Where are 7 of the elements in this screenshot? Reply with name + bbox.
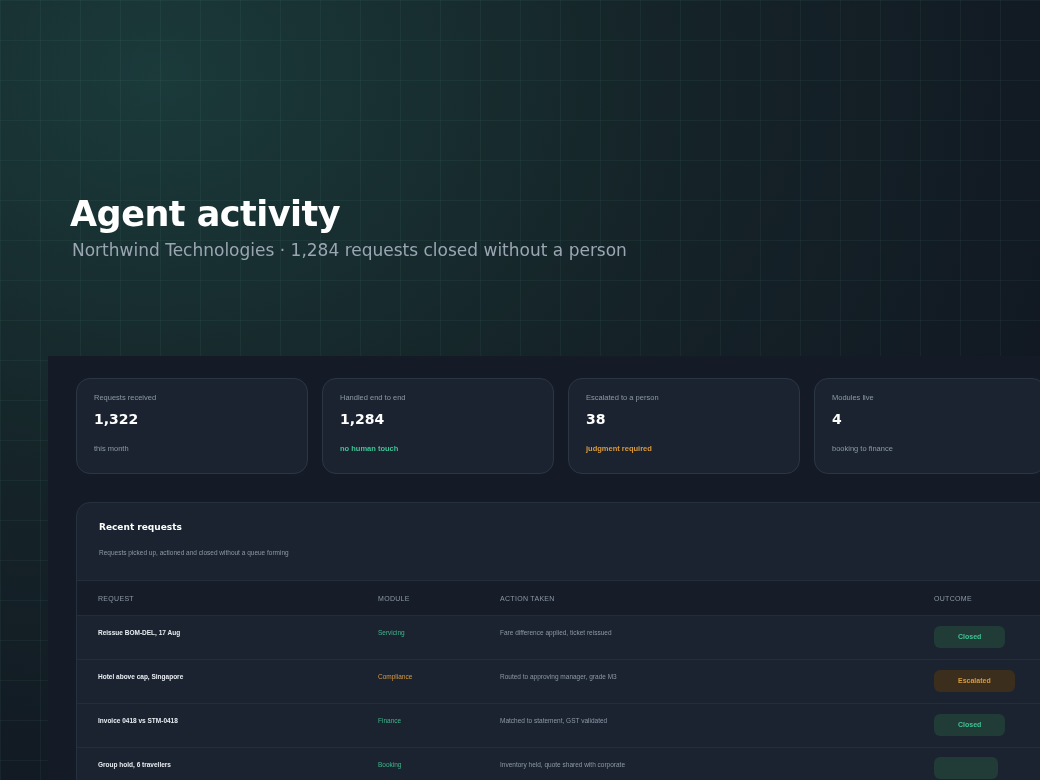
stat-value: 4: [832, 411, 842, 427]
card-title: Recent requests: [99, 522, 182, 532]
stat-value: 38: [586, 411, 606, 427]
stat-value: 1,322: [94, 411, 139, 427]
stat-value: 1,284: [340, 411, 385, 427]
page-subtitle: Northwind Technologies · 1,284 requests closed without a person: [72, 240, 628, 260]
page-title: Agent activity: [70, 193, 342, 236]
